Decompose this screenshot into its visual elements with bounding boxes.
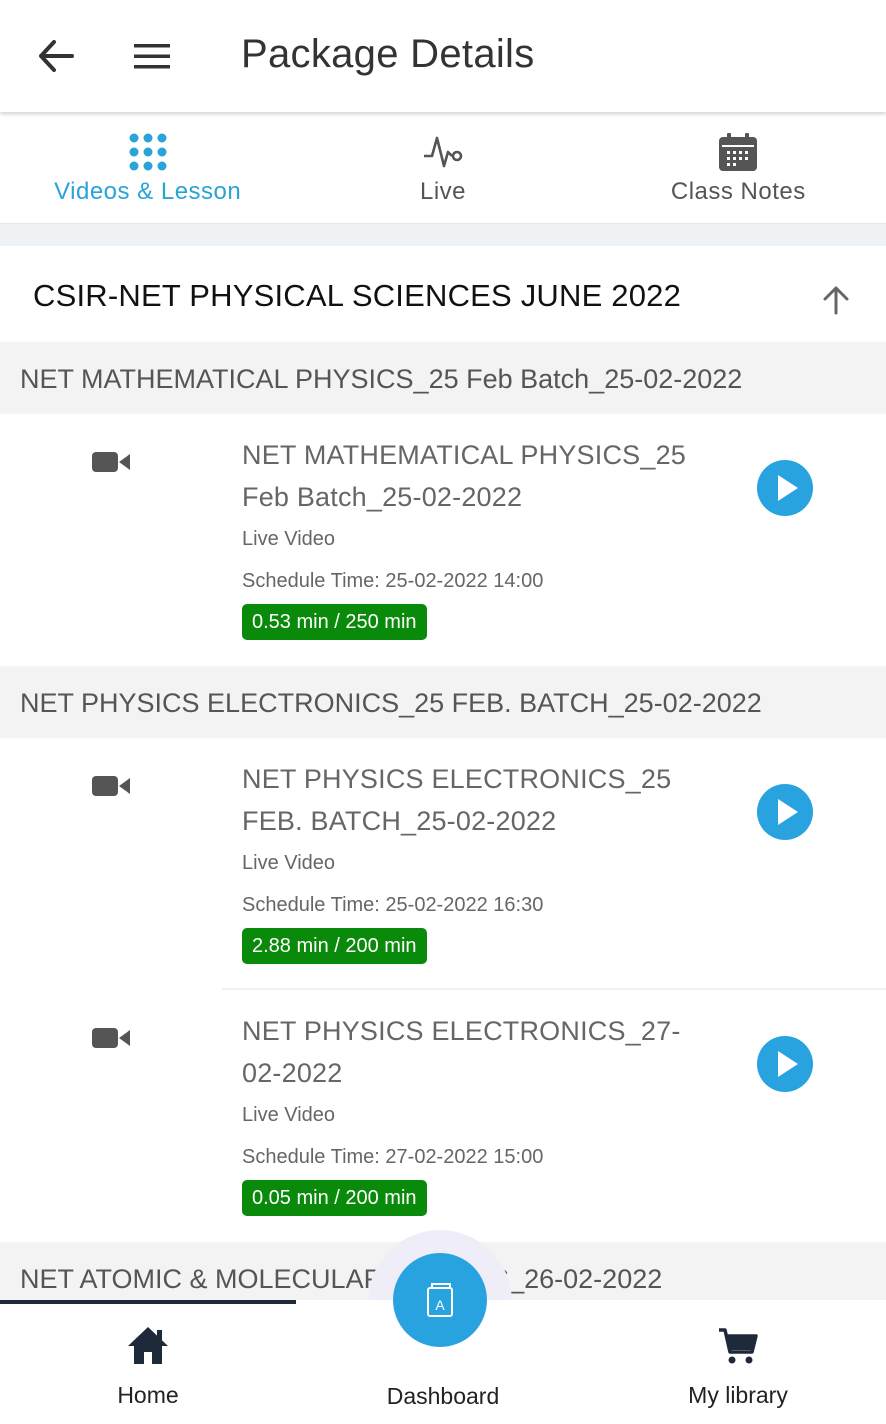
play-icon[interactable] [757, 460, 813, 516]
progress-badge: 2.88 min / 200 min [242, 928, 427, 964]
nav-label: Home [117, 1382, 179, 1408]
tab-live[interactable]: Live [295, 116, 590, 223]
spacer [0, 224, 886, 246]
video-camera-icon [92, 452, 130, 472]
nav-dashboard-label[interactable]: Dashboard [296, 1383, 590, 1410]
list-item[interactable]: NET PHYSICS ELECTRONICS_27-02-2022 Live … [0, 990, 886, 1240]
grid-icon [129, 133, 167, 171]
progress-badge: 0.53 min / 250 min [242, 604, 427, 640]
nav-label: My library [688, 1382, 788, 1408]
svg-text:A: A [435, 1297, 445, 1313]
section-title: NET ATOMIC & MOLECULAR PHYSICS_26-02-202… [20, 1264, 663, 1294]
arrow-up-icon[interactable] [820, 284, 852, 316]
cart-icon [719, 1328, 758, 1364]
nav-home[interactable]: Home [0, 1300, 296, 1424]
app-bar: Package Details [0, 0, 886, 112]
package-title: CSIR-NET PHYSICAL SCIENCES JUNE 2022 [33, 278, 682, 313]
lesson-type: Live Video [242, 852, 336, 874]
hamburger-menu-icon[interactable] [132, 40, 172, 72]
play-icon[interactable] [757, 1036, 813, 1092]
lesson-schedule: Schedule Time: 25-02-2022 14:00 [242, 570, 544, 592]
play-icon[interactable] [757, 784, 813, 840]
home-icon [128, 1327, 168, 1364]
tab-label: Class Notes [670, 178, 806, 205]
tab-bar: Videos & Lesson Live Class Notes [0, 116, 886, 224]
list-item[interactable]: NET PHYSICS ELECTRONICS_25 FEB. BATCH_25… [0, 738, 886, 988]
video-camera-icon [92, 1028, 130, 1048]
progress-badge: 0.05 min / 200 min [242, 1180, 427, 1216]
lesson-schedule: Schedule Time: 25-02-2022 16:30 [242, 894, 544, 916]
calendar-icon [719, 133, 758, 171]
section-title: NET MATHEMATICAL PHYSICS_25 Feb Batch_25… [20, 364, 743, 394]
package-header[interactable]: CSIR-NET PHYSICAL SCIENCES JUNE 2022 [0, 246, 886, 342]
lesson-title: NET PHYSICS ELECTRONICS_27-02-2022 [242, 1016, 681, 1088]
lesson-schedule: Schedule Time: 27-02-2022 15:00 [242, 1146, 544, 1168]
tab-label: Videos & Lesson [54, 178, 242, 205]
lesson-title: NET MATHEMATICAL PHYSICS_25 Feb Batch_25… [242, 440, 687, 512]
dashboard-button[interactable]: A [393, 1253, 487, 1347]
book-icon: A [427, 1283, 453, 1317]
tab-label: Live [419, 178, 466, 205]
lesson-type: Live Video [242, 528, 336, 550]
lesson-title: NET PHYSICS ELECTRONICS_25 FEB. BATCH_25… [242, 764, 672, 836]
tab-videos-lesson[interactable]: Videos & Lesson [0, 116, 295, 223]
section-title: NET PHYSICS ELECTRONICS_25 FEB. BATCH_25… [20, 688, 762, 718]
section-header[interactable]: NET PHYSICS ELECTRONICS_25 FEB. BATCH_25… [0, 666, 886, 738]
tab-class-notes[interactable]: Class Notes [591, 116, 886, 223]
nav-my-library[interactable]: My library [590, 1300, 886, 1424]
section-header[interactable]: NET MATHEMATICAL PHYSICS_25 Feb Batch_25… [0, 342, 886, 414]
back-arrow-icon[interactable] [36, 36, 76, 76]
video-camera-icon [92, 776, 130, 796]
list-item[interactable]: NET MATHEMATICAL PHYSICS_25 Feb Batch_25… [0, 414, 886, 664]
page-title: Package Details [241, 32, 535, 76]
pulse-icon [423, 136, 463, 168]
lesson-type: Live Video [242, 1104, 336, 1126]
